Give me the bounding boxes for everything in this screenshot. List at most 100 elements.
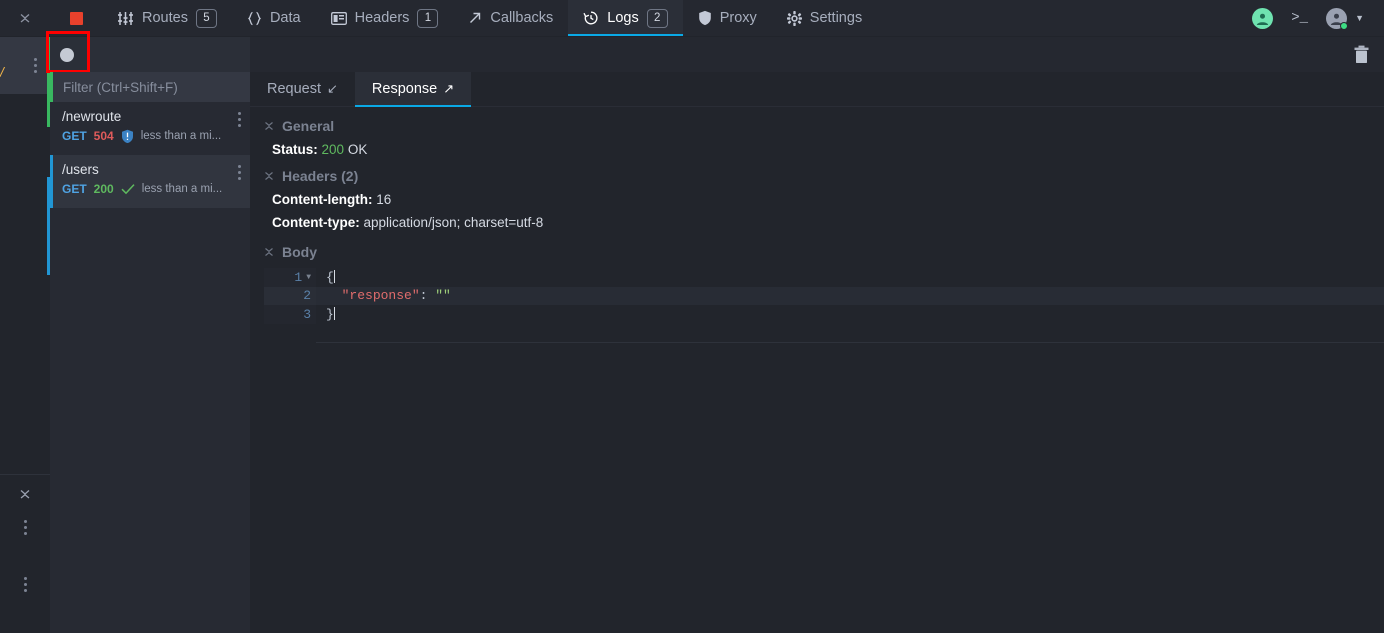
- filter-input[interactable]: [53, 80, 250, 95]
- topbar-actions: >_ ▼: [1252, 0, 1384, 36]
- shield-icon: [698, 10, 712, 26]
- detail-toolbar: [250, 37, 1384, 72]
- code-text: }: [316, 307, 335, 322]
- delete-logs-button[interactable]: [1353, 45, 1370, 64]
- tab-label: Headers: [355, 10, 410, 26]
- rail-collapse-button[interactable]: [0, 482, 50, 506]
- header-row: Content-length: 16: [250, 184, 1384, 207]
- collapse-chevrons-icon: [19, 487, 31, 501]
- chevron-collapse-icon: [264, 120, 274, 132]
- list-item[interactable]: /users GET 200 less than a mi...: [50, 155, 250, 208]
- detail-tabs: Request ↙ Response ↗: [250, 72, 1384, 107]
- section-title: Headers (2): [282, 168, 358, 184]
- log-status-code: 504: [94, 129, 114, 143]
- window-collapse-button[interactable]: [0, 0, 50, 36]
- more-vertical-icon[interactable]: [238, 165, 241, 180]
- trash-icon: [1353, 45, 1370, 64]
- collapse-chevrons-icon: [19, 11, 31, 25]
- list-item[interactable]: /newroute GET 504 less than a mi...: [50, 102, 250, 155]
- line-number-gutter[interactable]: 2: [264, 287, 316, 306]
- body-code-editor[interactable]: 1 ▼ { 2 "response": "" 3 }: [264, 268, 1384, 324]
- tab-logs[interactable]: Logs 2: [568, 0, 682, 36]
- stop-recording-button[interactable]: [50, 0, 102, 36]
- braces-icon: [247, 11, 262, 26]
- header-name: Content-length:: [272, 192, 372, 207]
- log-method: GET: [62, 182, 87, 196]
- log-meta: GET 504 less than a mi...: [62, 129, 240, 143]
- header-value: application/json; charset=utf-8: [364, 215, 544, 230]
- line-number: 2: [303, 288, 311, 303]
- log-status-code: 200: [94, 182, 114, 196]
- rail-route-item[interactable]: /: [0, 37, 50, 94]
- log-timestamp: less than a mi...: [142, 183, 223, 195]
- more-vertical-icon[interactable]: [34, 58, 37, 73]
- tab-settings[interactable]: Settings: [772, 0, 877, 36]
- section-header-general[interactable]: General: [250, 107, 1384, 134]
- more-vertical-icon: [24, 577, 27, 592]
- code-line[interactable]: 2 "response": "": [264, 287, 1384, 306]
- line-number: 3: [303, 307, 311, 322]
- detail-panel: Request ↙ Response ↗ General Status: 200…: [250, 72, 1384, 633]
- user-account-icon[interactable]: [1326, 8, 1347, 29]
- tab-badge: 2: [647, 9, 668, 28]
- sliders-icon: [117, 11, 134, 26]
- line-number-gutter[interactable]: 1 ▼: [264, 268, 316, 287]
- chevron-collapse-icon: [264, 246, 274, 258]
- log-timestamp: less than a mi...: [141, 130, 222, 142]
- code-text: {: [316, 270, 335, 285]
- tab-proxy[interactable]: Proxy: [683, 0, 772, 36]
- rail-route-label: /: [0, 64, 4, 80]
- tab-label: Logs: [607, 10, 638, 26]
- code-line[interactable]: 1 ▼ {: [264, 268, 1384, 287]
- line-number-gutter[interactable]: 3: [264, 305, 316, 324]
- section-header-body[interactable]: Body: [250, 230, 1384, 260]
- tab-headers[interactable]: Headers 1: [316, 0, 454, 36]
- rail-menu-button-1[interactable]: [0, 517, 50, 537]
- history-icon: [583, 10, 599, 26]
- tab-label: Response: [372, 81, 437, 97]
- more-vertical-icon: [24, 520, 27, 535]
- header-value: 16: [376, 192, 391, 207]
- main-tabs: Routes 5 Data: [102, 0, 877, 36]
- tab-label: Callbacks: [490, 10, 553, 26]
- chevron-collapse-icon: [264, 170, 274, 182]
- tab-routes[interactable]: Routes 5: [102, 0, 232, 36]
- rail-menu-button-2[interactable]: [0, 574, 50, 594]
- more-vertical-icon[interactable]: [238, 112, 241, 127]
- status-text: OK: [348, 142, 368, 157]
- arrow-up-right-icon: [468, 11, 482, 25]
- tab-badge: 1: [417, 9, 438, 28]
- header-row: Content-type: application/json; charset=…: [250, 207, 1384, 230]
- left-rail: /: [0, 37, 50, 633]
- header-name: Content-type:: [272, 215, 360, 230]
- user-circle-icon[interactable]: [1252, 8, 1273, 29]
- tab-label: Request: [267, 81, 321, 97]
- status-code: 200: [322, 142, 345, 157]
- log-path: /users: [62, 162, 240, 177]
- tab-label: Routes: [142, 10, 188, 26]
- tab-data[interactable]: Data: [232, 0, 316, 36]
- line-number: 1: [294, 270, 302, 285]
- log-method: GET: [62, 129, 87, 143]
- status-label: Status:: [272, 142, 318, 157]
- record-circle-icon[interactable]: [60, 48, 74, 62]
- section-title: General: [282, 118, 334, 134]
- record-toolbar: [50, 37, 250, 72]
- chevron-down-icon[interactable]: ▼: [1355, 13, 1364, 23]
- fold-arrow-icon[interactable]: ▼: [306, 273, 311, 282]
- terminal-prompt-icon[interactable]: >_: [1291, 10, 1308, 26]
- log-meta: GET 200 less than a mi...: [62, 182, 240, 196]
- tab-badge: 5: [196, 9, 217, 28]
- filter-row: [50, 72, 250, 102]
- check-icon: [121, 183, 135, 195]
- section-header-headers[interactable]: Headers (2): [250, 157, 1384, 184]
- stop-square-icon: [70, 12, 83, 25]
- gear-icon: [787, 11, 802, 26]
- top-tab-bar: Routes 5 Data: [0, 0, 1384, 37]
- app-root: Routes 5 Data: [0, 0, 1384, 633]
- tab-callbacks[interactable]: Callbacks: [453, 0, 568, 36]
- code-line[interactable]: 3 }: [264, 305, 1384, 324]
- tab-request[interactable]: Request ↙: [250, 72, 355, 106]
- tab-response[interactable]: Response ↗: [355, 72, 471, 106]
- arrow-up-right-icon: ↗: [443, 81, 454, 97]
